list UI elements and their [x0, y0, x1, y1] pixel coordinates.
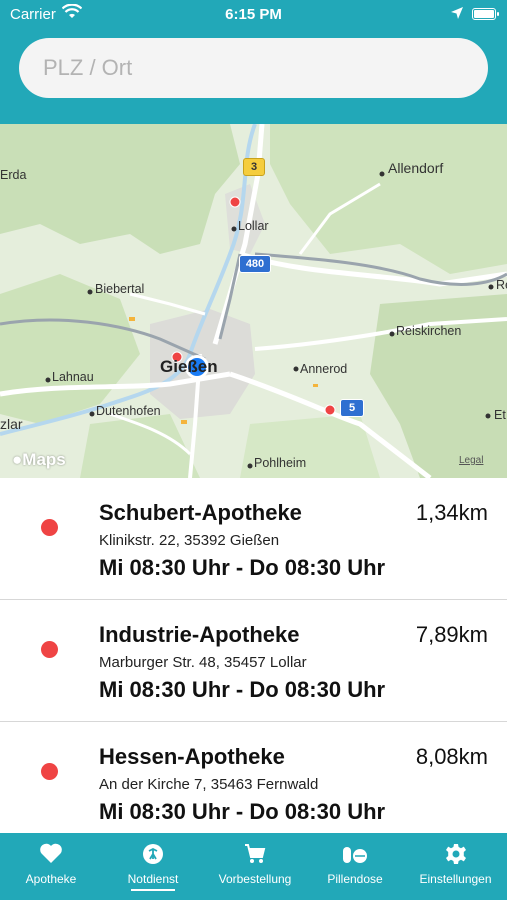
tab-label: Einstellungen [419, 872, 492, 886]
road-shield-a5: 5 [340, 399, 364, 417]
tab-bar: Apotheke Notdienst Vorbestellung Pillend… [0, 833, 507, 900]
pharmacy-address: Marburger Str. 48, 35457 Lollar [99, 654, 307, 671]
search-input[interactable] [19, 38, 488, 98]
list-item[interactable]: Hessen-Apotheke 8,08km An der Kirche 7, … [0, 722, 507, 833]
map-canvas [0, 124, 507, 478]
map-label-dutenhofen: Dutenhofen [96, 404, 161, 418]
pills-icon [306, 842, 404, 866]
tab-notdienst[interactable]: Notdienst [102, 833, 204, 900]
pharmacy-hours: Mi 08:30 Uhr - Do 08:30 Uhr [99, 555, 386, 580]
active-tab-indicator [131, 889, 175, 891]
pharmacy-name: Hessen-Apotheke [99, 744, 285, 769]
list-item[interactable]: Industrie-Apotheke 7,89km Marburger Str.… [0, 600, 507, 722]
pharmacy-hours: Mi 08:30 Uhr - Do 08:30 Uhr [99, 799, 386, 824]
location-arrow-icon [450, 6, 464, 25]
search-bar [0, 30, 507, 124]
map-label-re: Re [496, 278, 507, 292]
map-label-biebertal: Biebertal [95, 282, 145, 296]
cart-icon [204, 842, 306, 866]
map-label-wetzlar: zlar [0, 416, 23, 432]
pharmacy-name: Schubert-Apotheke [99, 500, 302, 525]
pharmacy-hours: Mi 08:30 Uhr - Do 08:30 Uhr [99, 677, 386, 702]
map-legal-link[interactable]: Legal [459, 455, 483, 466]
map-label-lahnau: Lahnau [52, 370, 94, 384]
apple-maps-logo: ●Maps [12, 450, 66, 469]
pharmacy-marker-icon [41, 763, 58, 780]
status-bar: Carrier 6:15 PM [0, 0, 507, 30]
list-item[interactable]: Schubert-Apotheke 1,34km Klinikstr. 22, … [0, 478, 507, 600]
tab-label: Vorbestellung [218, 872, 292, 886]
tab-apotheke[interactable]: Apotheke [0, 833, 102, 900]
apple-logo-icon: ● [12, 450, 23, 469]
tab-label: Apotheke [25, 872, 77, 886]
map-label-giessen: Gießen [160, 357, 218, 376]
road-shield-b3: 3 [243, 158, 265, 176]
road-shield-a480: 480 [239, 255, 271, 273]
tab-einstellungen[interactable]: Einstellungen [404, 833, 507, 900]
pharmacy-marker-icon [41, 519, 58, 536]
map-label-lollar: Lollar [238, 219, 269, 233]
map-label-erda: Erda [0, 168, 27, 182]
pharmacy-distance: 8,08km [415, 744, 488, 769]
map-view[interactable]: Erda Allendorf Lollar Biebertal Reiskirc… [0, 124, 507, 478]
tab-vorbestellung[interactable]: Vorbestellung [204, 833, 306, 900]
map-label-reiskirchen: Reiskirchen [396, 324, 462, 338]
tab-pillendose[interactable]: Pillendose [306, 833, 404, 900]
map-label-et: Et [494, 408, 506, 422]
clock: 6:15 PM [225, 6, 282, 23]
battery-icon [472, 8, 499, 20]
pharmacy-distance: 1,34km [415, 500, 488, 525]
map-label-annerod: Annerod [300, 362, 348, 376]
gear-icon [404, 842, 507, 866]
map-label-pohlheim: Pohlheim [254, 456, 307, 470]
pharmacy-address: Klinikstr. 22, 35392 Gießen [99, 532, 280, 549]
pharmacy-list: Schubert-Apotheke 1,34km Klinikstr. 22, … [0, 478, 507, 833]
map-label-allendorf: Allendorf [388, 160, 444, 176]
pharmacy-name: Industrie-Apotheke [99, 622, 300, 647]
pharmacy-address: An der Kirche 7, 35463 Fernwald [99, 776, 319, 793]
heart-icon [0, 842, 102, 866]
pharmacy-distance: 7,89km [415, 622, 488, 647]
pharmacy-marker-icon [41, 641, 58, 658]
emergency-icon [102, 842, 204, 866]
tab-label: Notdienst [127, 872, 179, 886]
tab-label: Pillendose [327, 872, 383, 886]
